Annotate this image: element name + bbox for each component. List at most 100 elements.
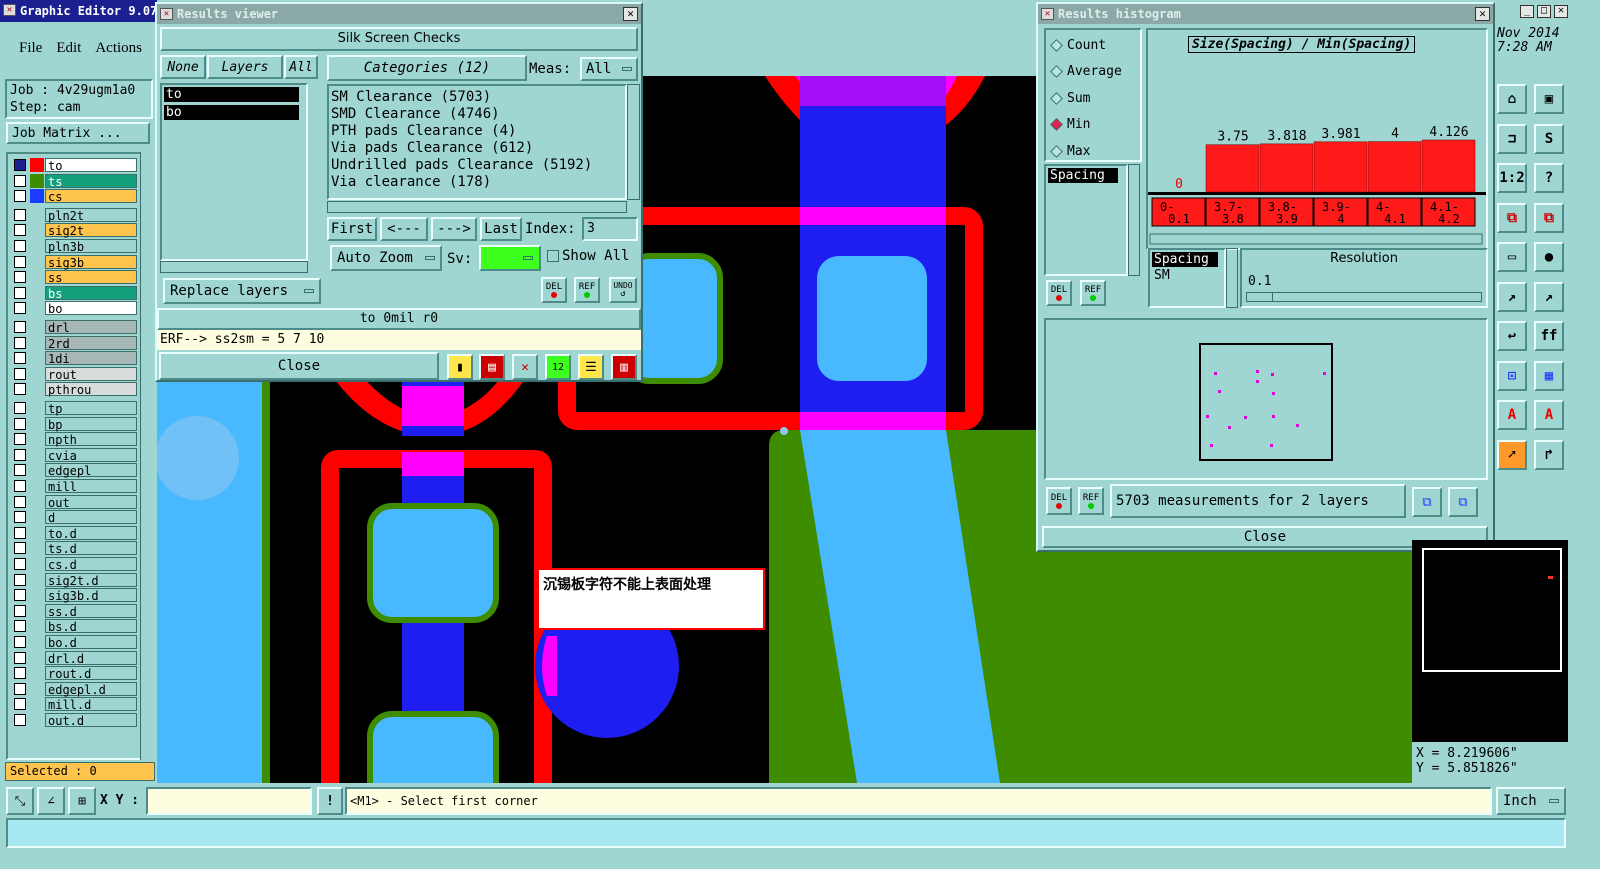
results-layers-list[interactable]: to bo <box>160 83 308 261</box>
histogram-bar[interactable] <box>1259 143 1314 193</box>
maximize-icon[interactable]: □ <box>1537 5 1551 18</box>
list-item[interactable]: to <box>164 87 299 102</box>
tool-snap2-icon[interactable]: ↗ <box>1534 281 1564 312</box>
layer-checkbox[interactable] <box>14 589 26 602</box>
sub-list-vscroll[interactable] <box>1226 248 1238 308</box>
layer-color-swatch[interactable] <box>30 604 44 618</box>
histogram-title-bar[interactable]: ✕ Results histogram ✕ <box>1038 4 1493 24</box>
category-item[interactable]: Via clearance (178) <box>331 174 623 191</box>
notes-icon[interactable]: ☰ <box>578 354 604 380</box>
layer-color-swatch[interactable] <box>30 336 44 350</box>
chart-hscroll[interactable] <box>1149 233 1483 245</box>
layer-color-swatch[interactable] <box>30 479 44 493</box>
layer-color-swatch[interactable] <box>30 526 44 540</box>
grid-icon[interactable]: ⊞ <box>68 787 96 815</box>
layer-checkbox[interactable] <box>14 651 26 664</box>
layer-checkbox[interactable] <box>14 636 26 648</box>
layer-checkbox[interactable] <box>14 159 26 171</box>
tool-ruler-icon[interactable]: ▭ <box>1497 242 1527 272</box>
histogram-bar[interactable] <box>1313 141 1368 193</box>
list-item[interactable]: Spacing <box>1048 168 1118 183</box>
units-select[interactable]: Inch <box>1496 787 1566 815</box>
layer-color-swatch[interactable] <box>30 697 44 711</box>
minimize-icon[interactable]: _ <box>1520 5 1534 18</box>
layer-color-swatch[interactable] <box>30 666 44 680</box>
hist-ref-button-2[interactable]: REF <box>1078 487 1104 515</box>
menu-file[interactable]: File <box>19 40 42 62</box>
tool-layers-icon[interactable]: ⧉ <box>1497 202 1527 233</box>
layer-checkbox[interactable] <box>14 208 26 221</box>
ref-button[interactable]: REF <box>574 277 600 303</box>
tool---icon[interactable]: ? <box>1534 163 1564 193</box>
tool-arcb-icon[interactable]: A <box>1534 400 1564 430</box>
mode-radio-average[interactable]: Average <box>1050 63 1122 81</box>
layer-color-swatch[interactable] <box>30 651 44 665</box>
tool-snap1-icon[interactable]: ↗ <box>1497 281 1527 312</box>
layer-checkbox[interactable] <box>14 271 26 284</box>
menu-actions[interactable]: Actions <box>95 40 142 62</box>
layer-color-swatch[interactable] <box>30 351 44 365</box>
layer-checkbox[interactable] <box>14 224 26 237</box>
layer-checkbox[interactable] <box>14 417 26 430</box>
layer-color-swatch[interactable] <box>30 713 44 727</box>
mode-radio-sum[interactable]: Sum <box>1050 89 1090 107</box>
layer-color-swatch[interactable] <box>30 286 44 300</box>
tool-arca-icon[interactable]: A <box>1497 400 1527 430</box>
hist-del-button[interactable]: DEL <box>1046 280 1072 306</box>
field-list[interactable]: Spacing <box>1044 164 1128 276</box>
layer-color-swatch[interactable] <box>30 401 44 415</box>
tool-measure-icon[interactable]: ⊡ <box>1497 360 1527 391</box>
angle-icon[interactable]: ∠ <box>37 787 65 815</box>
list-item[interactable]: bo <box>164 105 299 120</box>
categories-list[interactable]: SM Clearance (5703) SMD Clearance (4746) P… <box>327 84 627 200</box>
first-button[interactable]: First <box>327 217 377 241</box>
layer-checkbox[interactable] <box>14 190 26 203</box>
report-icon[interactable]: ▤ <box>479 354 505 380</box>
layer-checkbox[interactable] <box>14 698 26 711</box>
layer-checkbox[interactable] <box>14 302 26 315</box>
layer-color-swatch[interactable] <box>30 557 44 571</box>
category-item[interactable]: SMD Clearance (4746) <box>331 106 623 123</box>
xy-input[interactable] <box>146 787 312 815</box>
auto-zoom-select[interactable]: Auto Zoom <box>330 245 442 271</box>
hist-del-button-2[interactable]: DEL <box>1046 487 1072 515</box>
layer-color-swatch[interactable] <box>30 588 44 602</box>
histogram-bar[interactable] <box>1367 141 1422 193</box>
results-layers-hscroll[interactable] <box>160 261 308 273</box>
layer-color-swatch[interactable] <box>30 463 44 477</box>
layer-checkbox[interactable] <box>14 367 26 380</box>
snap-icon[interactable]: ⤡ <box>6 787 34 815</box>
categories-vscroll[interactable] <box>627 84 640 200</box>
layer-checkbox[interactable] <box>14 526 26 539</box>
warning-button[interactable]: ! <box>317 787 343 815</box>
mini-map[interactable] <box>1412 540 1568 742</box>
layer-color-swatch[interactable] <box>30 173 44 188</box>
layer-color-swatch[interactable] <box>30 448 44 462</box>
mode-radio-max[interactable]: Max <box>1050 142 1090 160</box>
layers-all-button[interactable]: All <box>284 55 318 79</box>
layer-checkbox[interactable] <box>14 321 26 333</box>
layer-scrollbar[interactable] <box>140 152 154 760</box>
layer-checkbox[interactable] <box>14 604 26 617</box>
close-icon[interactable]: ✕ <box>623 7 638 21</box>
people-icon[interactable]: ▮ <box>447 354 473 380</box>
sv-color-select[interactable] <box>479 245 541 271</box>
layer-color-swatch[interactable] <box>30 158 44 172</box>
layer-color-swatch[interactable] <box>30 208 44 222</box>
tool-s-icon[interactable]: S <box>1534 123 1564 154</box>
tool-dot-icon[interactable]: ● <box>1534 242 1564 272</box>
layer-checkbox[interactable] <box>14 714 26 726</box>
meas-select[interactable]: All <box>580 57 638 81</box>
tool-pointer-icon[interactable]: ➚ <box>1497 439 1527 470</box>
layer-checkbox[interactable] <box>14 433 26 446</box>
layer-checkbox[interactable] <box>14 573 26 586</box>
histogram-icon[interactable]: ▥ <box>611 354 637 380</box>
list-item[interactable]: SM <box>1152 267 1222 284</box>
layer-color-swatch[interactable] <box>30 573 44 587</box>
layers-button[interactable]: Layers <box>207 55 283 79</box>
layer-color-swatch[interactable] <box>30 417 44 431</box>
field-list-vscroll[interactable] <box>1128 164 1140 276</box>
category-item[interactable]: SM Clearance (5703) <box>331 89 623 106</box>
tool-pointer2-icon[interactable]: ↱ <box>1534 439 1564 470</box>
layer-color-swatch[interactable] <box>30 301 44 315</box>
